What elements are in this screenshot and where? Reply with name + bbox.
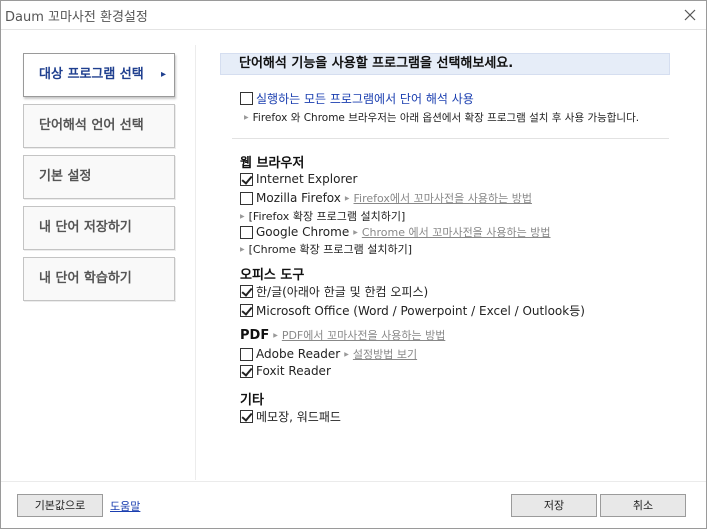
browser-section-title: 웹 브라우저 [240,156,305,171]
msoffice-option[interactable]: Microsoft Office (Word / Powerpoint / Ex… [240,302,585,319]
all-programs-label: 실행하는 모든 프로그램에서 단어 해석 사용 [256,92,474,106]
extension-note-text: Firefox 와 Chrome 브라우저는 아래 옵션에서 확장 프로그램 설… [252,112,640,124]
sidebar-item-label: 단어해석 언어 선택 [39,118,144,133]
chevron-right-icon: ▸ [160,69,166,80]
hangul-option[interactable]: 한/글(아래아 한글 및 한컴 오피스) [240,283,428,300]
sidebar-item-basic-settings[interactable]: 기본 설정 [23,155,175,199]
chrome-install-label: [Chrome 확장 프로그램 설치하기] [248,243,413,256]
sidebar-item-target-programs[interactable]: 대상 프로그램 선택 ▸ [23,53,175,97]
firefox-install-link[interactable]: ▶ [Firefox 확장 프로그램 설치하기] [240,208,405,224]
notepad-checkbox[interactable] [240,410,253,423]
window-title: Daum 꼬마사전 환경설정 [5,10,148,25]
close-icon[interactable] [680,5,700,25]
title-bar[interactable]: Daum 꼬마사전 환경설정 [1,1,706,29]
pdf-section-header: PDF ▶ PDF에서 꼬마사전을 사용하는 방법 [240,327,445,343]
triangle-right-icon: ▶ [244,114,249,121]
title-divider [1,29,706,30]
msoffice-checkbox[interactable] [240,304,253,317]
hangul-label: 한/글(아래아 한글 및 한컴 오피스) [256,285,429,299]
footer-divider [1,481,706,482]
chrome-checkbox[interactable] [240,225,253,239]
sidebar-item-learn-words[interactable]: 내 단어 학습하기 [23,257,175,301]
triangle-right-icon: ▶ [344,350,349,358]
sidebar-item-label: 대상 프로그램 선택 [39,67,144,82]
triangle-right-icon: ▶ [240,212,245,220]
triangle-right-icon: ▶ [353,228,358,236]
firefox-option[interactable]: Mozilla Firefox ▶ Firefox에서 꼬마사전을 사용하는 방… [240,190,532,206]
foxit-checkbox[interactable] [240,364,253,378]
all-programs-option[interactable]: 실행하는 모든 프로그램에서 단어 해석 사용 [240,90,474,107]
all-programs-checkbox[interactable] [240,92,253,105]
adobe-setup-link[interactable]: 설정방법 보기 [353,346,417,362]
office-section-title: 오피스 도구 [240,268,305,283]
ie-checkbox[interactable] [240,172,253,186]
settings-window: Daum 꼬마사전 환경설정 대상 프로그램 선택 ▸ 단어해석 언어 선택 기… [0,0,707,529]
close-button[interactable] [680,5,700,25]
sidebar-item-label: 내 단어 학습하기 [39,271,132,286]
cancel-button[interactable]: 취소 [600,494,686,517]
notepad-option[interactable]: 메모장, 워드패드 [240,408,341,425]
ie-option[interactable]: Internet Explorer [240,172,357,186]
foxit-label: Foxit Reader [256,364,331,378]
sidebar-item-label: 기본 설정 [39,169,92,184]
hangul-checkbox[interactable] [240,285,253,298]
triangle-right-icon: ▶ [344,194,350,202]
chrome-install-link[interactable]: ▶ [Chrome 확장 프로그램 설치하기] [240,241,412,257]
sidebar-item-language[interactable]: 단어해석 언어 선택 [23,104,175,148]
section-divider [232,138,669,139]
chrome-label: Google Chrome [256,225,350,239]
save-button[interactable]: 저장 [511,494,597,517]
sidebar-item-label: 내 단어 저장하기 [39,220,132,235]
firefox-checkbox[interactable] [240,191,253,205]
firefox-howto-link[interactable]: Firefox에서 꼬마사전을 사용하는 방법 [354,190,532,206]
etc-section-title: 기타 [240,393,264,408]
adobe-checkbox[interactable] [240,347,253,361]
chrome-howto-link[interactable]: Chrome 에서 꼬마사전을 사용하는 방법 [362,224,551,240]
pdf-howto-link[interactable]: PDF에서 꼬마사전을 사용하는 방법 [282,327,445,343]
chrome-option[interactable]: Google Chrome ▶ Chrome 에서 꼬마사전을 사용하는 방법 [240,224,551,240]
panel-divider [195,45,196,480]
section-header: 단어해석 기능을 사용할 프로그램을 선택해보세요. [220,53,670,75]
triangle-right-icon: ▶ [273,331,278,339]
notepad-label: 메모장, 워드패드 [256,410,341,424]
adobe-label: Adobe Reader [256,347,341,361]
extension-note: ▶ Firefox 와 Chrome 브라우저는 아래 옵션에서 확장 프로그램… [240,110,639,125]
firefox-install-label: [Firefox 확장 프로그램 설치하기] [248,210,406,223]
triangle-right-icon: ▶ [240,245,245,253]
restore-defaults-button[interactable]: 기본값으로 [17,494,103,517]
foxit-option[interactable]: Foxit Reader [240,364,331,378]
firefox-label: Mozilla Firefox [256,191,341,205]
sidebar-item-save-words[interactable]: 내 단어 저장하기 [23,206,175,250]
msoffice-label: Microsoft Office (Word / Powerpoint / Ex… [256,304,585,318]
adobe-option[interactable]: Adobe Reader ▶ 설정방법 보기 [240,346,417,362]
help-link[interactable]: 도움말 [110,498,140,514]
ie-label: Internet Explorer [256,172,358,186]
pdf-section-title: PDF [240,327,270,343]
